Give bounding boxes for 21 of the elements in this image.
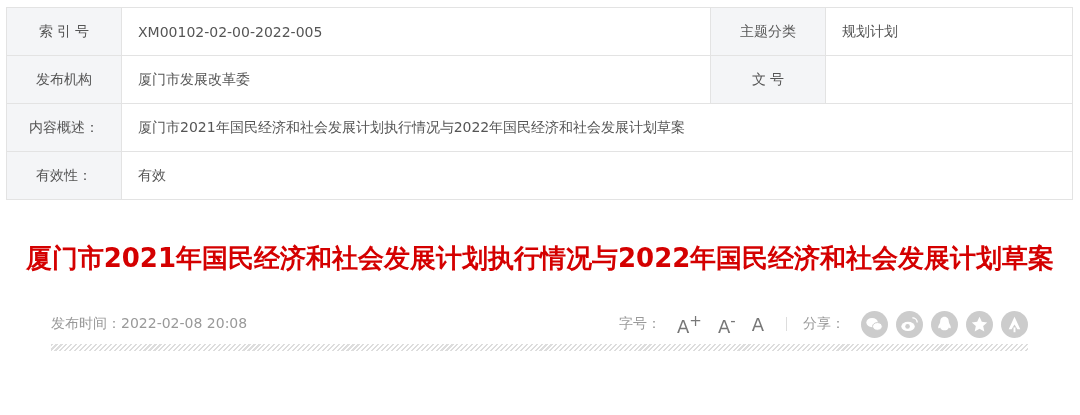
table-cell: 厦门市2021年国民经济和社会发展计划执行情况与2022年国民经济和社会发展计划草案 (122, 104, 1073, 152)
table-header-cell: 文 号 (711, 56, 826, 104)
table-cell: 有效 (122, 152, 1073, 200)
table-cell: 规划计划 (826, 8, 1073, 56)
table-header-cell: 主题分类 (711, 8, 826, 56)
table-cell: XM00102-02-00-2022-005 (122, 8, 711, 56)
article-title: 厦门市2021年国民经济和社会发展计划执行情况与2022年国民经济和社会发展计划草案 (24, 242, 1056, 275)
font-size-link[interactable]: A$^{+}$ (677, 311, 702, 337)
table-header-cell: 有效性： (7, 152, 122, 200)
table-cell: 厦门市发展改革委 (122, 56, 711, 104)
font-size-link[interactable]: A (751, 313, 764, 335)
table-header-cell: 发布机构 (7, 56, 122, 104)
font-size-link[interactable]: A$^{-}$ (717, 311, 736, 337)
table-header-cell: 内容概述： (7, 104, 122, 152)
table-header-cell: 索 引 号 (7, 8, 122, 56)
penguin-icon[interactable] (931, 310, 958, 338)
font-size-label: 字号： (619, 315, 661, 333)
chat-bubbles-icon[interactable] (861, 310, 888, 338)
publish-time: 发布时间：2022-02-08 20:08 (51, 315, 248, 333)
share-label: 分享： (803, 315, 845, 333)
eye-icon[interactable] (896, 310, 923, 338)
